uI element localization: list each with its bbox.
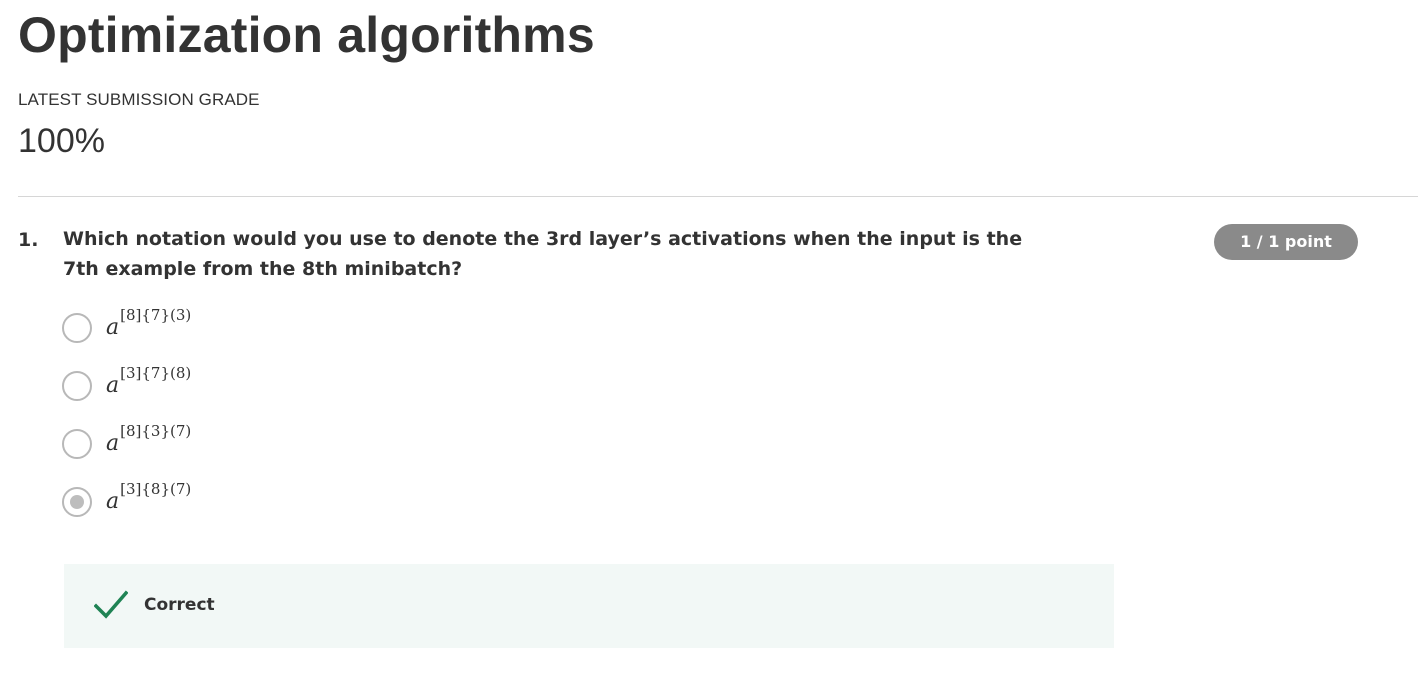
page-title: Optimization algorithms	[18, 7, 595, 63]
radio-button-selected[interactable]	[62, 487, 92, 517]
radio-button[interactable]	[62, 429, 92, 459]
answer-option-3[interactable]: a[8]{3}(7)	[62, 422, 462, 459]
option-base: a	[106, 431, 120, 456]
option-math: a[3]{7}(8)	[106, 364, 192, 405]
answer-option-1[interactable]: a[8]{7}(3)	[62, 306, 462, 343]
option-math: a[8]{7}(3)	[106, 306, 192, 347]
question-text: Which notation would you use to denote t…	[63, 228, 1023, 280]
answer-option-2[interactable]: a[3]{7}(8)	[62, 364, 462, 401]
option-base: a	[106, 315, 120, 340]
option-superscript: [8]{3}(7)	[120, 422, 192, 440]
option-math: a[8]{3}(7)	[106, 422, 192, 463]
option-superscript: [3]{8}(7)	[120, 480, 192, 498]
divider	[18, 196, 1418, 197]
option-superscript: [3]{7}(8)	[120, 364, 192, 382]
radio-selected-dot	[70, 495, 84, 509]
radio-button[interactable]	[62, 313, 92, 343]
radio-button[interactable]	[62, 371, 92, 401]
feedback-panel: Correct	[64, 564, 1114, 648]
checkmark-icon	[94, 590, 128, 619]
feedback-status: Correct	[144, 595, 215, 615]
option-base: a	[106, 489, 120, 514]
option-superscript: [8]{7}(3)	[120, 306, 192, 324]
question-number: 1.	[18, 229, 39, 251]
grade-value: 100%	[18, 122, 105, 160]
points-badge: 1 / 1 point	[1214, 224, 1358, 260]
quiz-page: Optimization algorithms LATEST SUBMISSIO…	[0, 0, 1428, 674]
grade-label: LATEST SUBMISSION GRADE	[18, 90, 260, 109]
option-base: a	[106, 373, 120, 398]
answer-option-4[interactable]: a[3]{8}(7)	[62, 480, 462, 517]
option-math: a[3]{8}(7)	[106, 480, 192, 521]
